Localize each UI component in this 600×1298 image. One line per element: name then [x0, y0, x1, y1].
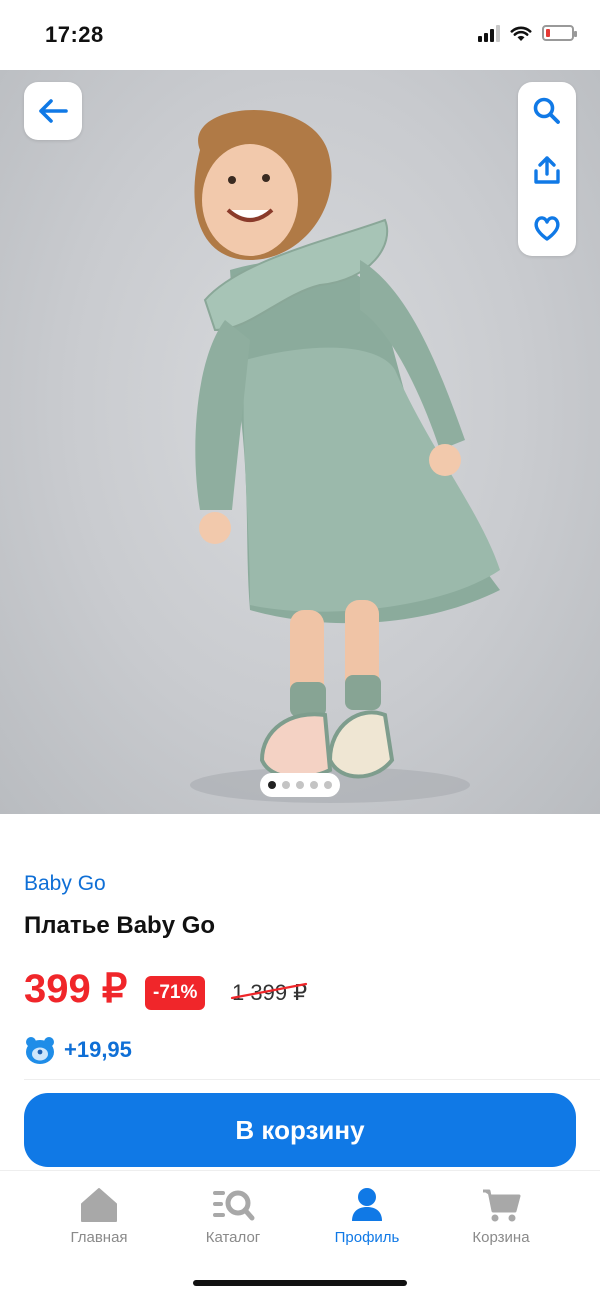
bear-bonus-icon — [26, 1037, 54, 1064]
wifi-icon — [510, 26, 532, 41]
pagination-dot — [296, 781, 304, 789]
bonus-points: +19,95 — [24, 1035, 132, 1065]
tab-label: Корзина — [472, 1229, 530, 1246]
tab-profile[interactable]: Профиль — [307, 1187, 427, 1246]
product-title: Платье Baby Go — [24, 912, 216, 939]
search-icon[interactable] — [532, 96, 562, 126]
home-indicator — [193, 1280, 407, 1286]
heart-icon[interactable] — [532, 214, 562, 242]
product-gallery[interactable] — [0, 70, 600, 814]
discount-badge: -71% — [145, 976, 206, 1010]
tab-home[interactable]: Главная — [39, 1187, 159, 1246]
pagination-dot — [282, 781, 290, 789]
tab-cart[interactable]: Корзина — [441, 1187, 561, 1246]
pagination-dot — [310, 781, 318, 789]
status-icons — [478, 24, 577, 42]
divider — [24, 1079, 600, 1080]
back-button[interactable] — [24, 82, 82, 140]
tab-catalog[interactable]: Каталог — [173, 1187, 293, 1246]
tab-label: Каталог — [205, 1229, 261, 1246]
cart-icon — [483, 1189, 521, 1222]
pagination-dot — [324, 781, 332, 789]
actions-panel — [518, 82, 576, 256]
bonus-amount: +19,95 — [64, 1037, 132, 1062]
pagination-dot-active — [268, 781, 276, 789]
tab-label: Профиль — [334, 1229, 400, 1246]
product-photo — [190, 110, 500, 803]
gallery-pagination — [260, 773, 340, 797]
status-bar: 17:28 — [0, 0, 600, 70]
catalog-search-icon — [213, 1190, 255, 1221]
signal-icon — [478, 24, 500, 42]
arrow-left-icon — [39, 99, 68, 123]
home-icon — [81, 1188, 117, 1222]
share-icon[interactable] — [533, 155, 561, 185]
battery-icon — [542, 25, 577, 41]
brand-link[interactable]: Baby Go — [24, 872, 106, 896]
status-time: 17:28 — [45, 22, 104, 47]
bottom-tab-bar: Главная Каталог Профиль Корзина — [0, 1170, 600, 1298]
profile-icon — [352, 1188, 382, 1221]
add-to-cart-button[interactable]: В корзину — [24, 1093, 576, 1167]
current-price: 399 ₽ — [24, 967, 128, 1011]
strikethrough-line — [230, 982, 308, 1000]
tab-label: Главная — [70, 1229, 128, 1246]
